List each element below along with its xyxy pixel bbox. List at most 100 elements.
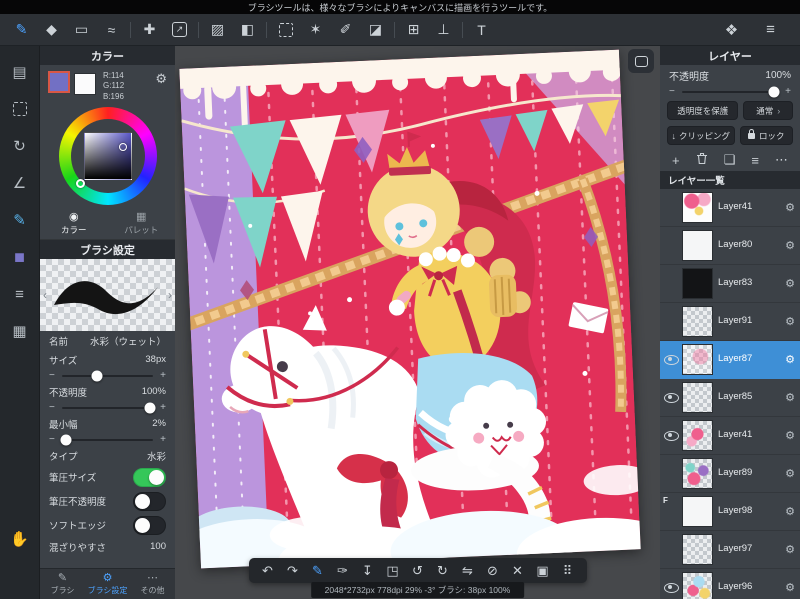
saturation-value-box[interactable] — [83, 132, 132, 181]
brush-size-slider[interactable]: − + — [40, 369, 175, 382]
slider-track[interactable] — [681, 86, 780, 97]
transform-button[interactable]: ◳ — [383, 558, 403, 583]
layer-row[interactable]: Layer97 ⚙ — [660, 531, 800, 569]
clear-button[interactable]: ✕ — [508, 558, 528, 583]
visibility-toggle[interactable] — [660, 569, 682, 599]
layer-settings-icon[interactable]: ⚙ — [782, 505, 798, 518]
hue-knob[interactable] — [75, 179, 85, 189]
select-eraser-tool[interactable]: ◪ — [364, 18, 387, 42]
tab-brush[interactable]: ✎ ブラシ — [40, 569, 85, 599]
visibility-toggle[interactable] — [660, 189, 682, 226]
slider-knob[interactable] — [60, 434, 72, 446]
pressure-opacity-toggle[interactable] — [133, 491, 166, 511]
visibility-toggle[interactable]: F — [660, 493, 682, 530]
community-icon[interactable]: ❖ — [720, 18, 743, 42]
eraser-tool[interactable]: ◆ — [40, 18, 63, 42]
slider-track[interactable] — [61, 402, 155, 414]
minus-icon[interactable]: − — [669, 86, 675, 97]
sv-knob[interactable] — [118, 143, 127, 152]
eyedropper-button[interactable]: ✑ — [333, 558, 353, 583]
layer-row[interactable]: Layer41 ⚙ — [660, 417, 800, 455]
duplicate-layer-button[interactable]: ❏ — [724, 152, 736, 168]
slider-track[interactable] — [61, 370, 154, 382]
tab-color[interactable]: ◉ カラー — [40, 208, 108, 239]
minus-icon[interactable]: − — [49, 402, 55, 413]
redo-button[interactable]: ↷ — [283, 558, 303, 583]
layer-menu-button[interactable]: ⋯ — [775, 152, 788, 168]
select-tool[interactable] — [274, 18, 297, 42]
plus-icon[interactable]: + — [785, 86, 791, 97]
layer-row[interactable]: Layer83 ⚙ — [660, 265, 800, 303]
selection-panel-icon[interactable] — [7, 97, 33, 121]
layer-settings-icon[interactable]: ⚙ — [782, 429, 798, 442]
layer-row[interactable]: Layer87 ⚙ — [660, 341, 800, 379]
material-panel-icon[interactable]: ▦ — [7, 319, 33, 343]
canvas[interactable] — [179, 49, 641, 569]
lock-button[interactable]: ロック — [739, 126, 793, 145]
minus-icon[interactable]: − — [49, 370, 55, 381]
layer-list-button[interactable]: ≡ — [751, 153, 759, 168]
layer-row[interactable]: Layer41 ⚙ — [660, 189, 800, 227]
select-pen-tool[interactable]: ✐ — [334, 18, 357, 42]
canvas-area[interactable]: ↶ ↷ ✎ ✑ ↧ ◳ ↺ ↻ ⇋ ⊘ ✕ ▣ ⠿ 2048*2732px 77… — [175, 46, 660, 599]
slider-knob[interactable] — [91, 370, 103, 382]
color-settings-gear-icon[interactable]: ⚙ — [155, 71, 167, 87]
layer-row[interactable]: Layer91 ⚙ — [660, 303, 800, 341]
layer-panel-icon[interactable]: ≡ — [7, 282, 33, 306]
layer-row[interactable]: Layer85 ⚙ — [660, 379, 800, 417]
snap-grid-tool[interactable]: ⊞ — [402, 18, 425, 42]
soft-edge-toggle[interactable] — [133, 515, 166, 535]
slider-track[interactable] — [60, 434, 154, 446]
canvas-menu-icon[interactable]: ▤ — [7, 60, 33, 84]
layer-settings-icon[interactable]: ⚙ — [782, 353, 798, 366]
visibility-toggle[interactable] — [660, 265, 682, 302]
layer-settings-icon[interactable]: ⚙ — [782, 315, 798, 328]
layer-settings-icon[interactable]: ⚙ — [782, 277, 798, 290]
next-brush-icon[interactable]: › — [168, 288, 172, 302]
brush-minwidth-slider[interactable]: − + — [40, 433, 175, 446]
slider-knob[interactable] — [144, 402, 155, 414]
transform-panel-icon[interactable]: ↻ — [7, 134, 33, 158]
layer-settings-icon[interactable]: ⚙ — [782, 581, 798, 594]
layer-settings-icon[interactable]: ⚙ — [782, 467, 798, 480]
plus-icon[interactable]: + — [160, 370, 166, 381]
brush-cursor-button[interactable]: ✎ — [308, 558, 328, 583]
color-panel-icon[interactable]: ■ — [7, 245, 33, 269]
drag-handle[interactable]: ⠿ — [558, 558, 578, 583]
plus-icon[interactable]: + — [160, 402, 166, 413]
fill-tool[interactable]: ▨ — [206, 18, 229, 42]
layer-settings-icon[interactable]: ⚙ — [782, 201, 798, 214]
rect-tool[interactable]: ▭ — [70, 18, 93, 42]
tab-palette[interactable]: ▦ パレット — [108, 208, 176, 239]
undo-button[interactable]: ↶ — [258, 558, 278, 583]
save-button[interactable]: ↧ — [358, 558, 378, 583]
layer-settings-icon[interactable]: ⚙ — [782, 543, 798, 556]
hand-tool-icon[interactable]: ✋ — [7, 527, 33, 551]
layer-row[interactable]: Layer89 ⚙ — [660, 455, 800, 493]
ruler-panel-icon[interactable]: ∠ — [7, 171, 33, 195]
foreground-color-swatch[interactable] — [48, 71, 70, 93]
material-button[interactable]: ▣ — [533, 558, 553, 583]
deselect-button[interactable]: ⊘ — [483, 558, 503, 583]
color-wheel[interactable] — [58, 107, 157, 206]
curve-tool[interactable]: ≈ — [100, 18, 123, 42]
rotate-ccw-button[interactable]: ↺ — [408, 558, 428, 583]
slider-knob[interactable] — [768, 86, 780, 97]
brush-type-row[interactable]: タイプ 水彩 — [40, 446, 175, 465]
canvas-tab-button[interactable] — [628, 49, 654, 73]
add-layer-button[interactable]: + — [672, 153, 680, 168]
tab-others[interactable]: ⋯ その他 — [130, 569, 175, 599]
clipping-button[interactable]: ↓ クリッピング — [667, 126, 735, 145]
flip-button[interactable]: ⇋ — [458, 558, 478, 583]
protect-alpha-button[interactable]: 透明度を保護 — [667, 101, 739, 120]
layer-row[interactable]: Layer80 ⚙ — [660, 227, 800, 265]
plus-icon[interactable]: + — [160, 434, 166, 445]
bucket-tool[interactable]: ◧ — [236, 18, 259, 42]
visibility-toggle[interactable] — [660, 417, 682, 454]
visibility-toggle[interactable] — [660, 455, 682, 492]
wand-tool[interactable]: ✶ — [304, 18, 327, 42]
brush-tool[interactable]: ✎ — [10, 18, 33, 42]
brush-stroke-preview[interactable]: ‹ › — [40, 259, 175, 332]
visibility-toggle[interactable] — [660, 379, 682, 416]
export-tool[interactable]: ↗ — [168, 18, 191, 42]
